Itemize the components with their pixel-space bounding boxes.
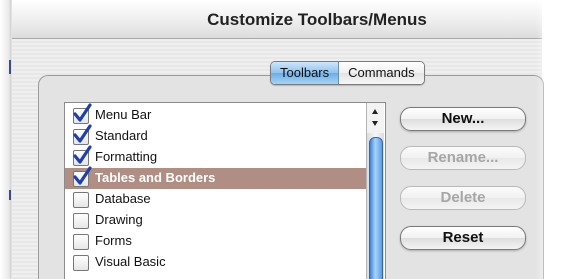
- tab-commands[interactable]: Commands: [339, 62, 424, 84]
- dialog-title: Customize Toolbars/Menus: [207, 10, 427, 29]
- list-item-drawing[interactable]: Drawing: [65, 210, 367, 231]
- scroll-arrows: [367, 103, 384, 133]
- toolbar-checkbox[interactable]: [73, 166, 92, 187]
- edge-mark: [9, 190, 11, 200]
- list-item-formatting[interactable]: Formatting: [65, 145, 367, 168]
- new-button[interactable]: New...: [400, 107, 526, 131]
- reset-button[interactable]: Reset: [400, 226, 526, 250]
- list-item-label: Drawing: [95, 212, 143, 227]
- list-item-database[interactable]: Database: [65, 189, 367, 210]
- background-window-edge: [0, 0, 12, 279]
- list-item-label: Forms: [95, 233, 132, 248]
- rename-button[interactable]: Rename...: [400, 146, 526, 170]
- toolbar-checkbox[interactable]: [73, 213, 89, 229]
- edge-mark: [9, 60, 11, 74]
- toolbar-checkbox[interactable]: [73, 145, 92, 166]
- list-scrollbar[interactable]: [366, 103, 384, 279]
- list-item-forms[interactable]: Forms: [65, 231, 367, 252]
- right-fade: [536, 0, 562, 279]
- checkmark-icon: [73, 145, 92, 164]
- toolbar-checkbox[interactable]: [73, 103, 92, 124]
- chevron-down-icon[interactable]: [372, 121, 378, 126]
- title-bar[interactable]: Customize Toolbars/Menus: [12, 0, 542, 39]
- checkmark-icon: [73, 124, 92, 143]
- toolbar-checkbox[interactable]: [73, 234, 89, 250]
- list-item-label: Standard: [95, 128, 148, 143]
- scroll-thumb[interactable]: [369, 137, 383, 279]
- list-item-menu-bar[interactable]: Menu Bar: [65, 103, 367, 126]
- list-item-label: Formatting: [95, 149, 158, 164]
- chevron-up-icon[interactable]: [372, 109, 378, 114]
- list-item-tables-and-borders[interactable]: Tables and Borders: [65, 166, 367, 189]
- list-item-label: Visual Basic: [95, 254, 166, 269]
- checkmark-icon: [73, 166, 92, 185]
- list-item-visual-basic[interactable]: Visual Basic: [65, 252, 367, 273]
- toolbar-list[interactable]: Menu Bar Standard Formatting Tables and …: [64, 102, 386, 279]
- tab-bar: Toolbars Commands: [270, 61, 425, 85]
- list-item-standard[interactable]: Standard: [65, 124, 367, 147]
- list-item-label: Tables and Borders: [95, 170, 216, 185]
- list-item-label: Database: [95, 191, 151, 206]
- delete-button[interactable]: Delete: [400, 186, 526, 210]
- toolbar-checkbox[interactable]: [73, 255, 89, 271]
- toolbar-checkbox[interactable]: [73, 192, 89, 208]
- checkmark-icon: [73, 103, 92, 122]
- tab-toolbars[interactable]: Toolbars: [271, 62, 340, 84]
- list-item-label: Menu Bar: [95, 107, 152, 122]
- toolbar-checkbox[interactable]: [73, 124, 92, 145]
- customize-dialog: Customize Toolbars/Menus Toolbars Comman…: [0, 0, 562, 279]
